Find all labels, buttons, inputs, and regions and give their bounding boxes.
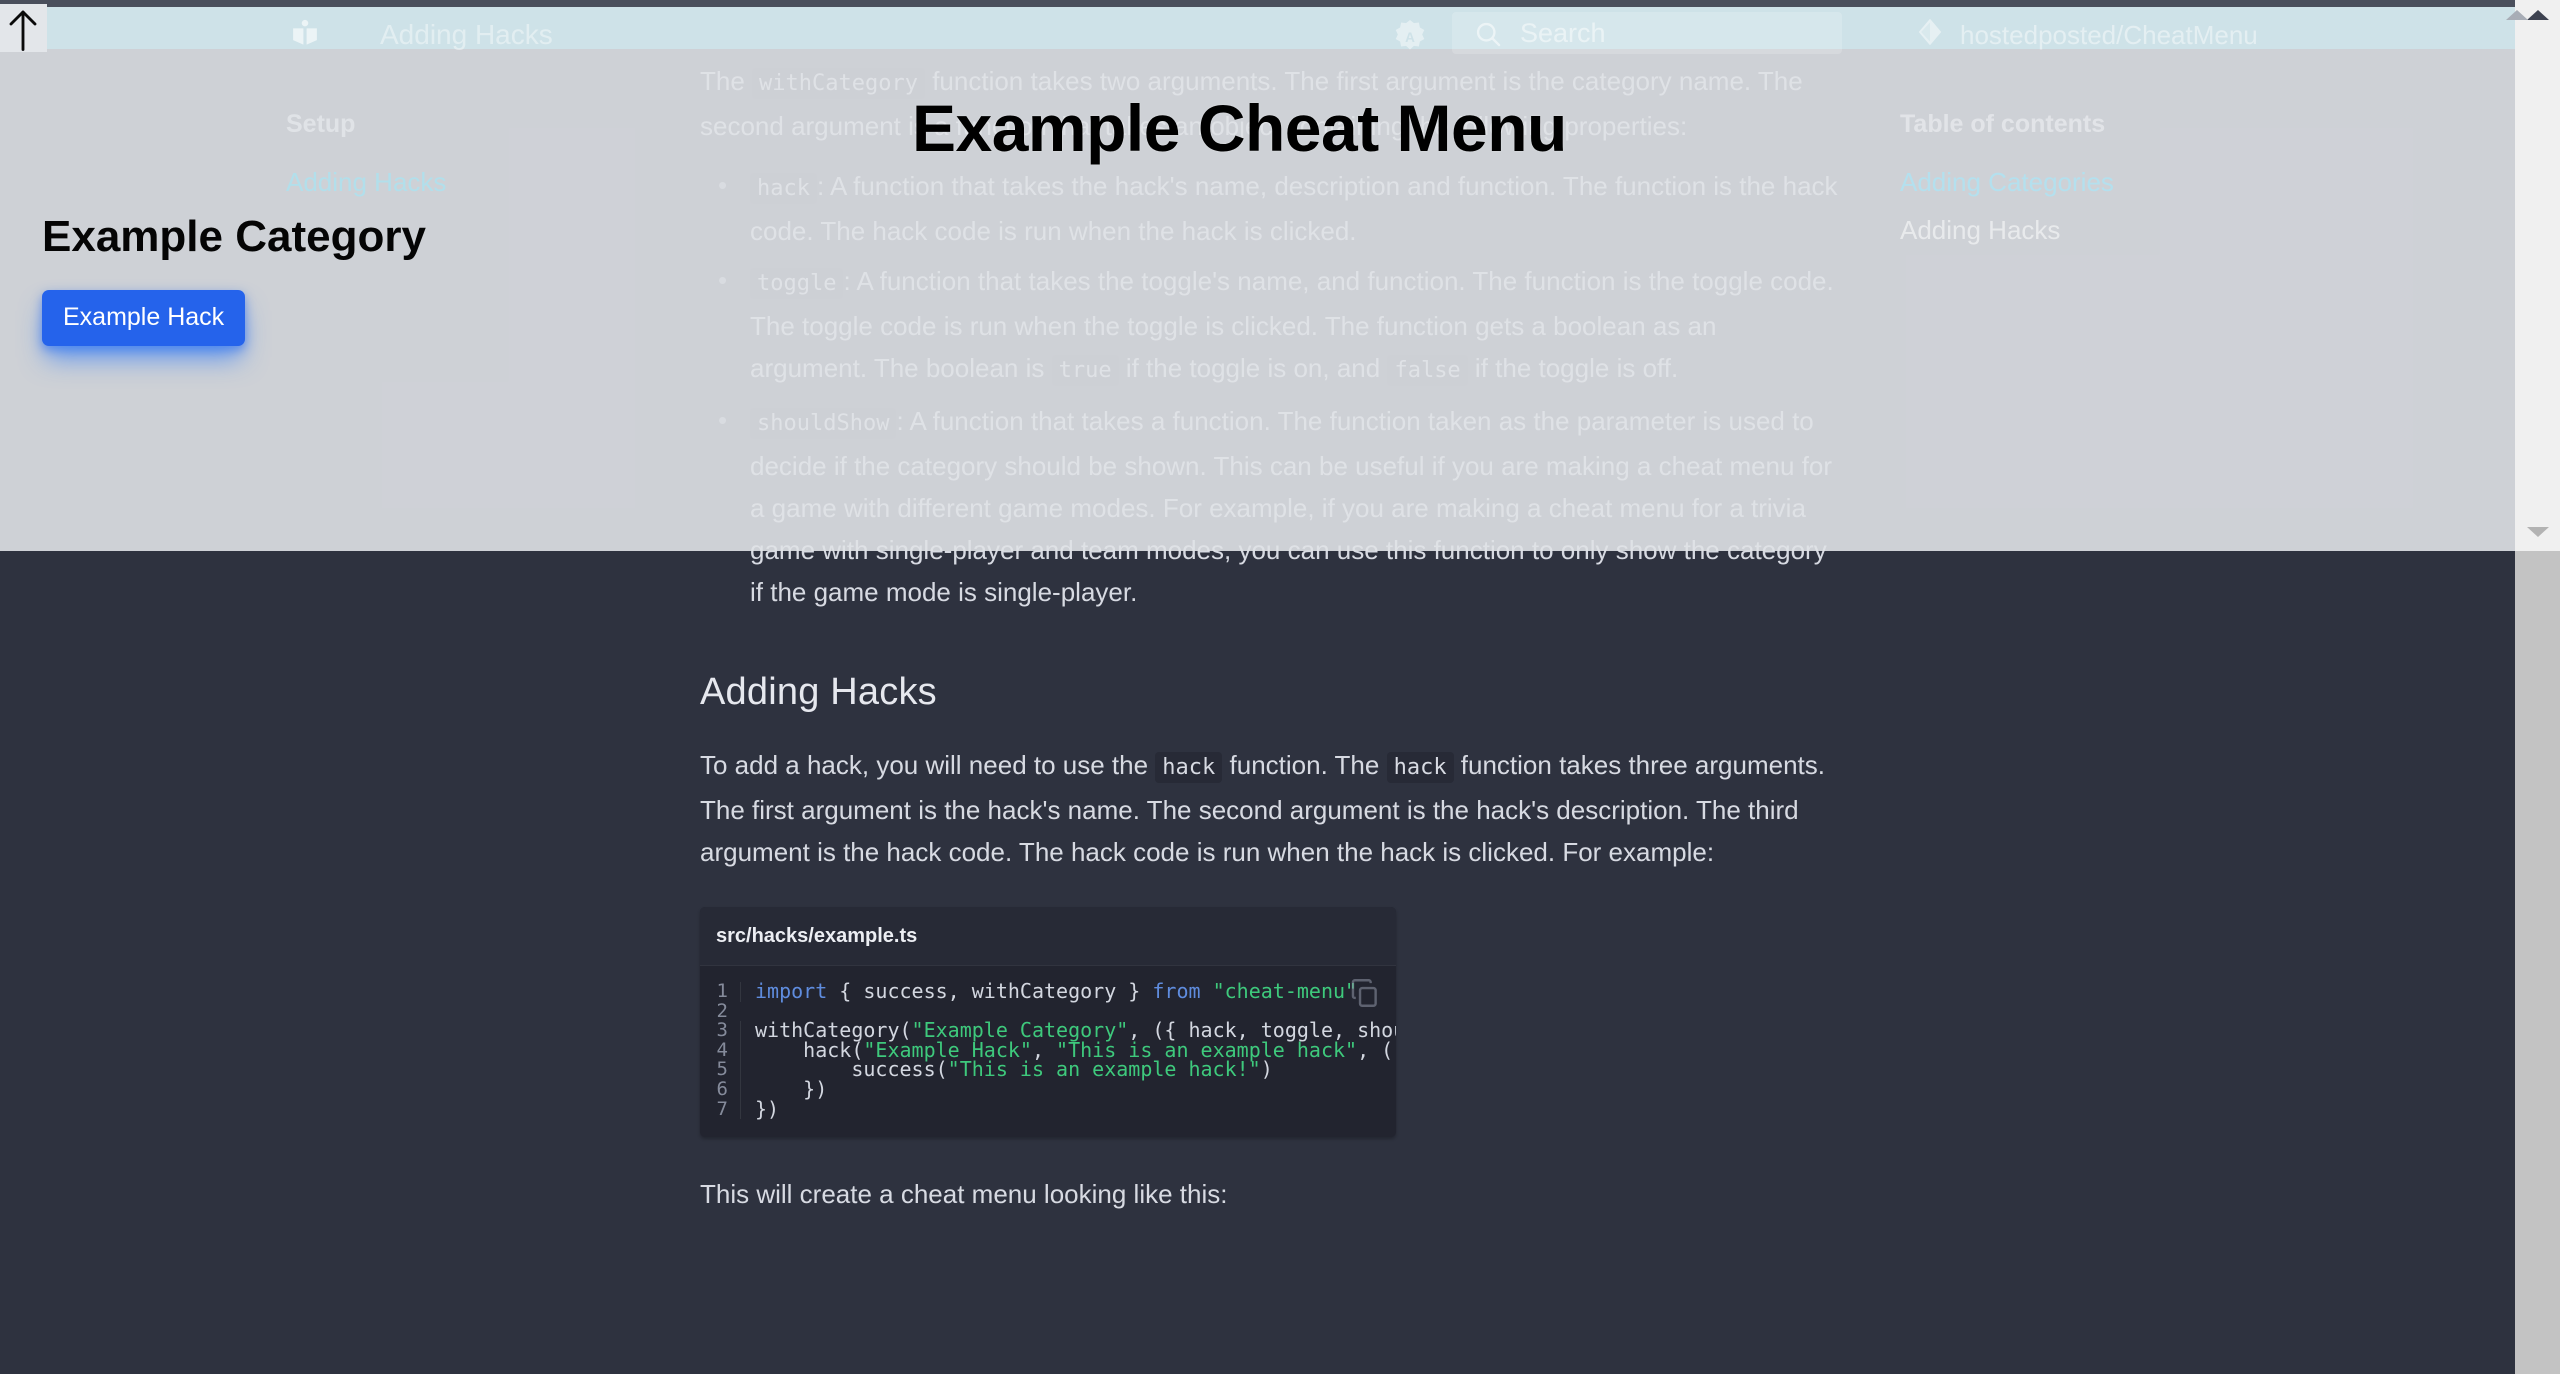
main-content-column: The withCategory function takes two argu…	[700, 60, 1840, 1233]
code-line: 1 import { success, withCategory } from "…	[700, 980, 1396, 1002]
code-lines: 1 import { success, withCategory } from "…	[700, 980, 1396, 1120]
search-input[interactable]	[1452, 12, 1842, 54]
list-item: hack: A function that takes the hack's n…	[700, 164, 1840, 252]
adding-hacks-paragraph: To add a hack, you will need to use the …	[700, 744, 1840, 873]
properties-list: hack: A function that takes the hack's n…	[700, 164, 1840, 613]
code-line-number: 7	[716, 1097, 728, 1120]
list-item-text: : A function that takes a function. The …	[750, 406, 1833, 607]
code-line-number: 6	[716, 1077, 728, 1100]
cheat-menu-title: Example Cheat Menu	[912, 91, 1567, 165]
para-part-a: To add a hack, you will need to use the	[700, 750, 1156, 780]
header-page-title: Adding Hacks	[380, 19, 553, 50]
table-of-contents: Table of contents Adding Categories Addi…	[1900, 110, 2300, 263]
window-top-edge	[0, 0, 2560, 7]
code-line-number: 1	[716, 980, 728, 1002]
inline-code-hack-2: hack	[1386, 752, 1454, 783]
up-arrow-cursor-icon	[5, 9, 41, 51]
inline-code-toggle: toggle	[750, 268, 844, 299]
section-heading-adding-hacks: Adding Hacks	[700, 671, 937, 713]
scroll-up-arrow-icon[interactable]	[2526, 10, 2549, 20]
code-line-number: 3	[716, 1019, 728, 1042]
code-body: 1 import { success, withCategory } from "…	[700, 966, 1396, 1137]
svg-text:A: A	[1405, 30, 1415, 45]
cheat-menu-category-title: Example Category	[42, 212, 426, 261]
list-item-text-3: if the toggle is off.	[1467, 353, 1679, 383]
list-item: toggle: A function that takes the toggle…	[700, 259, 1840, 392]
git-diamond-icon	[1915, 17, 1945, 49]
toc-item-adding-hacks[interactable]: Adding Hacks	[1900, 215, 2300, 246]
code-line-text: })	[740, 1079, 827, 1100]
list-item-text-2: if the toggle is on, and	[1118, 353, 1388, 383]
list-item-text: : A function that takes the hack's name,…	[750, 171, 1838, 246]
inline-code-hack: hack	[750, 173, 817, 204]
inline-code-false: false	[1387, 355, 1468, 386]
search-placeholder-text: Search	[1520, 18, 1606, 48]
list-item: shouldShow: A function that takes a func…	[700, 399, 1840, 613]
code-line-text: import { success, withCategory } from "c…	[740, 981, 1357, 1002]
code-line-text: })	[740, 1099, 779, 1120]
repo-link-label[interactable]: hostedposted/CheatMenu	[1960, 20, 2258, 51]
inline-code-hack-1: hack	[1155, 752, 1223, 783]
intro-prefix: The	[700, 66, 753, 96]
overlay-scrollbar[interactable]	[2515, 0, 2560, 551]
book-open-icon	[290, 19, 320, 45]
search-icon	[1474, 20, 1502, 48]
scroll-up-arrow-secondary-icon[interactable]	[2506, 10, 2528, 20]
scroll-down-arrow-icon[interactable]	[2526, 527, 2549, 537]
brightness-badge-icon[interactable]: A	[1392, 18, 1428, 54]
closing-paragraph: This will create a cheat menu looking li…	[700, 1179, 1228, 1210]
code-line: 7})	[700, 1097, 1396, 1120]
left-sidebar-nav: Setup Adding Hacks	[286, 110, 646, 214]
inline-code-shouldshow: shouldShow	[750, 408, 897, 439]
code-block: src/hacks/example.ts 1 import { success, …	[700, 907, 1396, 1138]
code-filename: src/hacks/example.ts	[700, 907, 1396, 966]
example-hack-button[interactable]: Example Hack	[42, 290, 246, 346]
sidebar-item-adding-hacks[interactable]: Adding Hacks	[286, 167, 646, 198]
cursor-highlight-box	[0, 4, 47, 52]
sidebar-heading-setup: Setup	[286, 110, 356, 138]
toc-heading: Table of contents	[1900, 110, 2106, 138]
toc-item-adding-categories[interactable]: Adding Categories	[1900, 167, 2300, 198]
para-part-b: function. The	[1222, 750, 1387, 780]
app-root: The withCategory function takes two argu…	[0, 0, 2560, 1374]
page-scrollbar[interactable]	[2515, 551, 2560, 1374]
inline-code-withcategory: withCategory	[752, 68, 925, 99]
copy-icon[interactable]	[1348, 976, 1382, 1010]
inline-code-true: true	[1051, 355, 1119, 386]
code-line: 6 })	[700, 1077, 1396, 1100]
